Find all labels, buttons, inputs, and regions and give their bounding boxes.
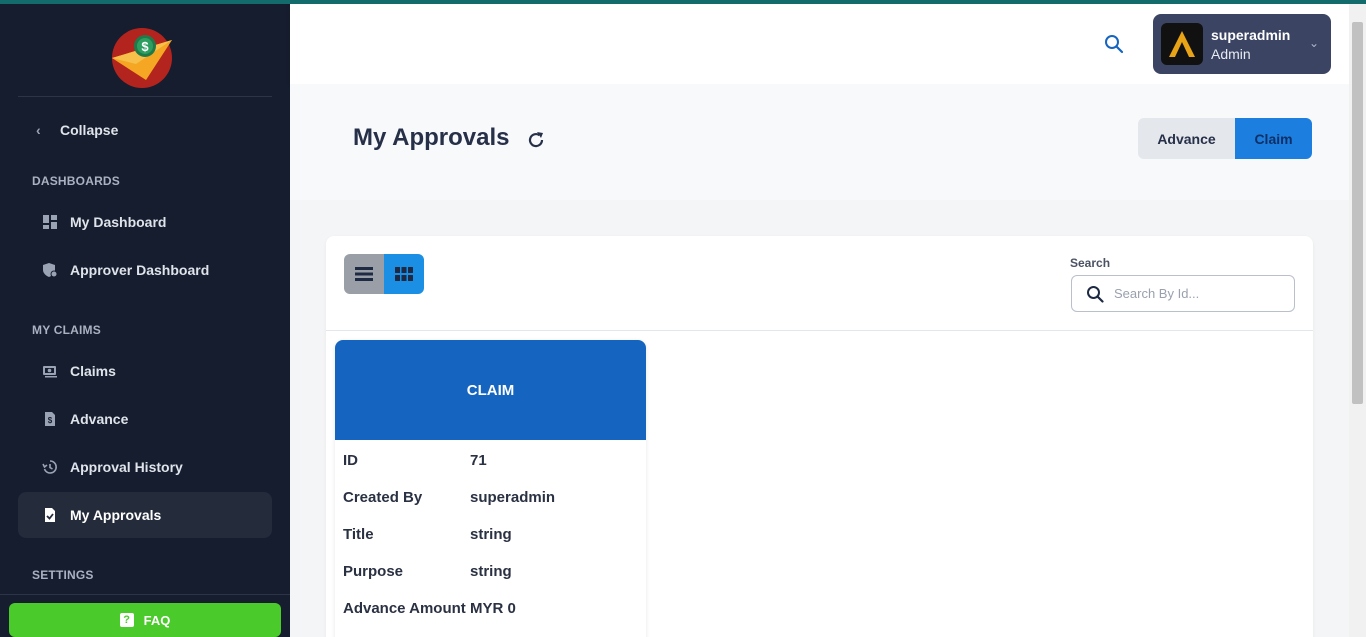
sidebar-item-label: Claims <box>70 363 116 379</box>
card-row-value: superadmin <box>470 489 556 506</box>
card-row-purpose: Purpose string <box>343 560 512 583</box>
avatar <box>1161 23 1203 65</box>
top-accent-bar <box>0 0 1366 4</box>
scrollbar-thumb[interactable] <box>1352 22 1363 404</box>
page-header: My Approvals Advance Claim <box>290 84 1349 200</box>
page-title: My Approvals <box>353 124 510 151</box>
sidebar-item-my-approvals[interactable]: My Approvals <box>18 492 272 538</box>
card-row-key: Title <box>343 526 374 543</box>
approver-dashboard-icon <box>42 262 70 278</box>
card-row-advance-amount: Advance Amount MYR 0 <box>343 597 516 620</box>
card-row-key: Purpose <box>343 563 404 580</box>
user-name: superadmin <box>1211 26 1291 43</box>
search-icon <box>1087 285 1104 303</box>
sidebar-item-claims[interactable]: Claims <box>18 348 272 394</box>
tab-advance[interactable]: Advance <box>1138 118 1235 159</box>
claim-card[interactable]: CLAIM ID 71 Created By superadmin Title … <box>335 340 646 637</box>
svg-text:$: $ <box>48 416 53 425</box>
sidebar-item-approval-history[interactable]: Approval History <box>18 444 272 490</box>
card-row-id: ID 71 <box>343 449 487 472</box>
section-my-claims: MY CLAIMS <box>32 323 101 337</box>
list-view-button[interactable] <box>344 254 384 294</box>
chevron-down-icon: ⌄ <box>1308 36 1319 50</box>
sidebar-item-advance[interactable]: $ Advance <box>18 396 272 442</box>
sidebar-item-label: Approval History <box>70 459 183 475</box>
user-menu[interactable]: superadmin Admin ⌄ <box>1153 14 1331 74</box>
claims-icon <box>42 363 70 379</box>
card-row-key: ID <box>343 452 358 469</box>
section-dashboards: DASHBOARDS <box>32 174 121 188</box>
dashboard-icon <box>42 214 70 230</box>
card-row-value: MYR 0 <box>470 600 516 617</box>
card-row-created-by: Created By superadmin <box>343 486 555 509</box>
top-header: superadmin Admin ⌄ <box>290 4 1349 84</box>
card-row-title: Title string <box>343 523 512 546</box>
svg-text:$: $ <box>141 39 149 54</box>
question-icon: ? <box>119 613 134 627</box>
logo-area: $ <box>18 0 272 97</box>
user-logo-icon <box>1169 31 1195 57</box>
approval-check-icon <box>42 507 70 523</box>
page-scrollbar[interactable] <box>1349 4 1366 637</box>
card-row-key: Created By <box>343 489 423 506</box>
user-info: superadmin Admin <box>1211 27 1290 62</box>
sidebar-divider <box>0 594 290 595</box>
card-row-key: Advance Amount <box>343 600 466 617</box>
sidebar-item-label: Approver Dashboard <box>70 262 210 278</box>
sidebar: $ ‹ Collapse DASHBOARDS My Dashboard App… <box>0 0 290 637</box>
approvals-panel: Search CLAIM ID 71 Created By superadmin… <box>326 236 1313 637</box>
advance-icon: $ <box>42 411 70 427</box>
search-icon[interactable] <box>1102 32 1126 56</box>
app-logo[interactable]: $ <box>110 28 174 88</box>
search-input[interactable] <box>1114 286 1284 301</box>
grid-view-button[interactable] <box>384 254 424 294</box>
search-field <box>1071 275 1295 312</box>
history-icon <box>42 459 70 475</box>
faq-button[interactable]: ? FAQ <box>9 603 281 637</box>
chevron-left-icon: ‹ <box>36 122 41 138</box>
panel-divider <box>326 330 1313 331</box>
search-label: Search <box>1070 256 1111 270</box>
sidebar-item-label: Advance <box>70 411 129 427</box>
card-header: CLAIM <box>335 340 646 440</box>
sidebar-item-label: My Dashboard <box>70 214 167 230</box>
sidebar-item-approver-dashboard[interactable]: Approver Dashboard <box>18 247 272 293</box>
tab-claim[interactable]: Claim <box>1235 118 1312 159</box>
view-mode-toggle <box>344 254 424 294</box>
card-row-value: 71 <box>470 452 487 469</box>
user-role: Admin <box>1211 45 1251 62</box>
sidebar-item-my-dashboard[interactable]: My Dashboard <box>18 199 272 245</box>
list-icon <box>355 267 373 281</box>
card-row-value: string <box>470 563 512 580</box>
faq-label: FAQ <box>143 612 171 628</box>
refresh-icon[interactable] <box>526 130 546 150</box>
grid-icon <box>395 267 413 281</box>
collapse-label: Collapse <box>60 122 119 138</box>
card-row-value: string <box>470 526 512 543</box>
collapse-button[interactable]: ‹ Collapse <box>36 118 118 142</box>
section-settings: SETTINGS <box>32 568 94 582</box>
sidebar-item-label: My Approvals <box>70 507 162 523</box>
advance-claim-toggle: Advance Claim <box>1138 118 1312 159</box>
